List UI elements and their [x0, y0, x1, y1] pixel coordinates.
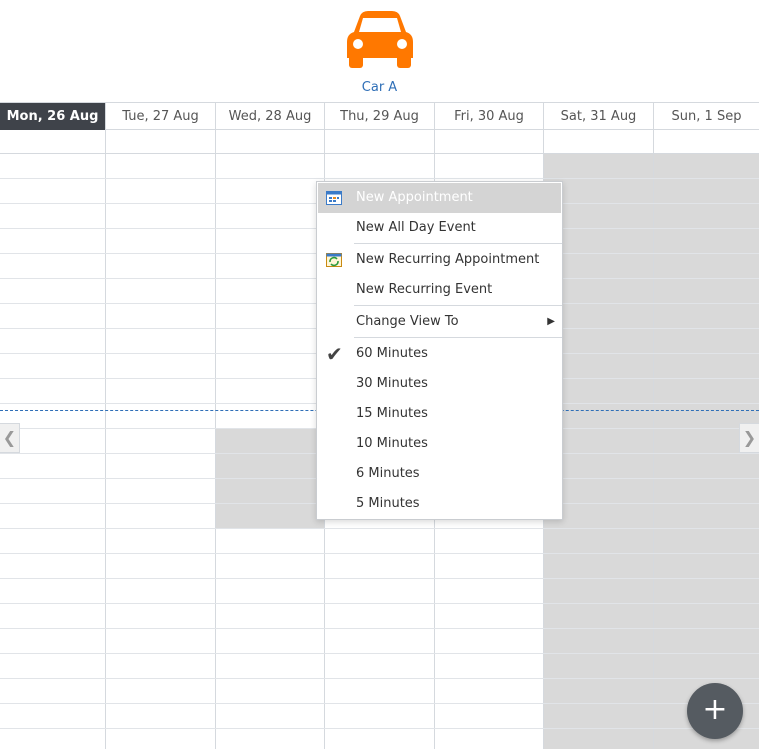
- menu-item-label: New Recurring Event: [356, 282, 493, 297]
- menu-item-60-minutes[interactable]: ✔ 60 Minutes: [318, 339, 561, 369]
- day-header-thu[interactable]: Thu, 29 Aug: [325, 103, 435, 130]
- resource-header: Car A: [0, 0, 759, 102]
- menu-item-change-view-to[interactable]: Change View To ▶: [318, 307, 561, 337]
- menu-item-label: 30 Minutes: [356, 376, 428, 391]
- all-day-row: [0, 130, 759, 154]
- all-day-cell[interactable]: [435, 130, 544, 153]
- menu-item-new-appointment[interactable]: New Appointment: [318, 183, 561, 213]
- all-day-cell[interactable]: [325, 130, 435, 153]
- next-button[interactable]: ❯: [739, 423, 759, 453]
- all-day-cell[interactable]: [654, 130, 759, 153]
- menu-item-new-all-day-event[interactable]: New All Day Event: [318, 213, 561, 243]
- grid-line: [0, 653, 759, 654]
- menu-separator: [354, 243, 562, 244]
- add-icon: +: [702, 692, 728, 727]
- context-menu: New Appointment New All Day Event New Re…: [316, 181, 563, 520]
- resource-name[interactable]: Car A: [0, 80, 759, 95]
- menu-item-label: 15 Minutes: [356, 406, 428, 421]
- menu-item-label: New Recurring Appointment: [356, 252, 540, 267]
- menu-item-label: 10 Minutes: [356, 436, 428, 451]
- day-header-sun[interactable]: Sun, 1 Sep: [654, 103, 759, 130]
- grid-line: [0, 603, 759, 604]
- grid-line: [0, 728, 759, 729]
- day-column[interactable]: [106, 154, 216, 749]
- menu-item-label: 6 Minutes: [356, 466, 420, 481]
- submenu-arrow-icon: ▶: [547, 316, 555, 327]
- menu-item-5-minutes[interactable]: 5 Minutes: [318, 489, 561, 519]
- chevron-right-icon: ❯: [742, 428, 757, 447]
- day-header-sat[interactable]: Sat, 31 Aug: [544, 103, 654, 130]
- grid-line: [0, 578, 759, 579]
- day-header-wed[interactable]: Wed, 28 Aug: [216, 103, 325, 130]
- recurring-calendar-icon: [326, 253, 342, 267]
- day-header-row: Mon, 26 Aug Tue, 27 Aug Wed, 28 Aug Thu,…: [0, 102, 759, 130]
- all-day-cell[interactable]: [544, 130, 654, 153]
- car-icon: [347, 11, 413, 68]
- menu-item-new-recurring-appointment[interactable]: New Recurring Appointment: [318, 245, 561, 275]
- menu-item-label: New Appointment: [356, 190, 473, 205]
- grid-line: [0, 178, 759, 179]
- all-day-cell[interactable]: [0, 130, 106, 153]
- prev-button[interactable]: ❮: [0, 423, 20, 453]
- menu-separator: [354, 305, 562, 306]
- day-header-tue[interactable]: Tue, 27 Aug: [106, 103, 216, 130]
- non-working-block: [216, 429, 324, 529]
- calendar-icon: [326, 191, 342, 205]
- grid-line: [0, 553, 759, 554]
- grid-line: [0, 628, 759, 629]
- menu-item-10-minutes[interactable]: 10 Minutes: [318, 429, 561, 459]
- menu-item-label: 5 Minutes: [356, 496, 420, 511]
- day-header-fri[interactable]: Fri, 30 Aug: [435, 103, 544, 130]
- grid-line: [0, 678, 759, 679]
- chevron-left-icon: ❮: [2, 428, 17, 447]
- grid-line: [0, 528, 759, 529]
- menu-item-30-minutes[interactable]: 30 Minutes: [318, 369, 561, 399]
- menu-item-label: New All Day Event: [356, 220, 476, 235]
- day-header-mon[interactable]: Mon, 26 Aug: [0, 103, 106, 130]
- menu-item-new-recurring-event[interactable]: New Recurring Event: [318, 275, 561, 305]
- menu-item-6-minutes[interactable]: 6 Minutes: [318, 459, 561, 489]
- grid-line: [0, 703, 759, 704]
- all-day-cell[interactable]: [106, 130, 216, 153]
- checkmark-icon: ✔: [326, 342, 343, 366]
- all-day-cell[interactable]: [216, 130, 325, 153]
- menu-item-15-minutes[interactable]: 15 Minutes: [318, 399, 561, 429]
- add-button[interactable]: +: [687, 683, 743, 739]
- menu-separator: [354, 337, 562, 338]
- menu-item-label: 60 Minutes: [356, 346, 428, 361]
- menu-item-label: Change View To: [356, 314, 459, 329]
